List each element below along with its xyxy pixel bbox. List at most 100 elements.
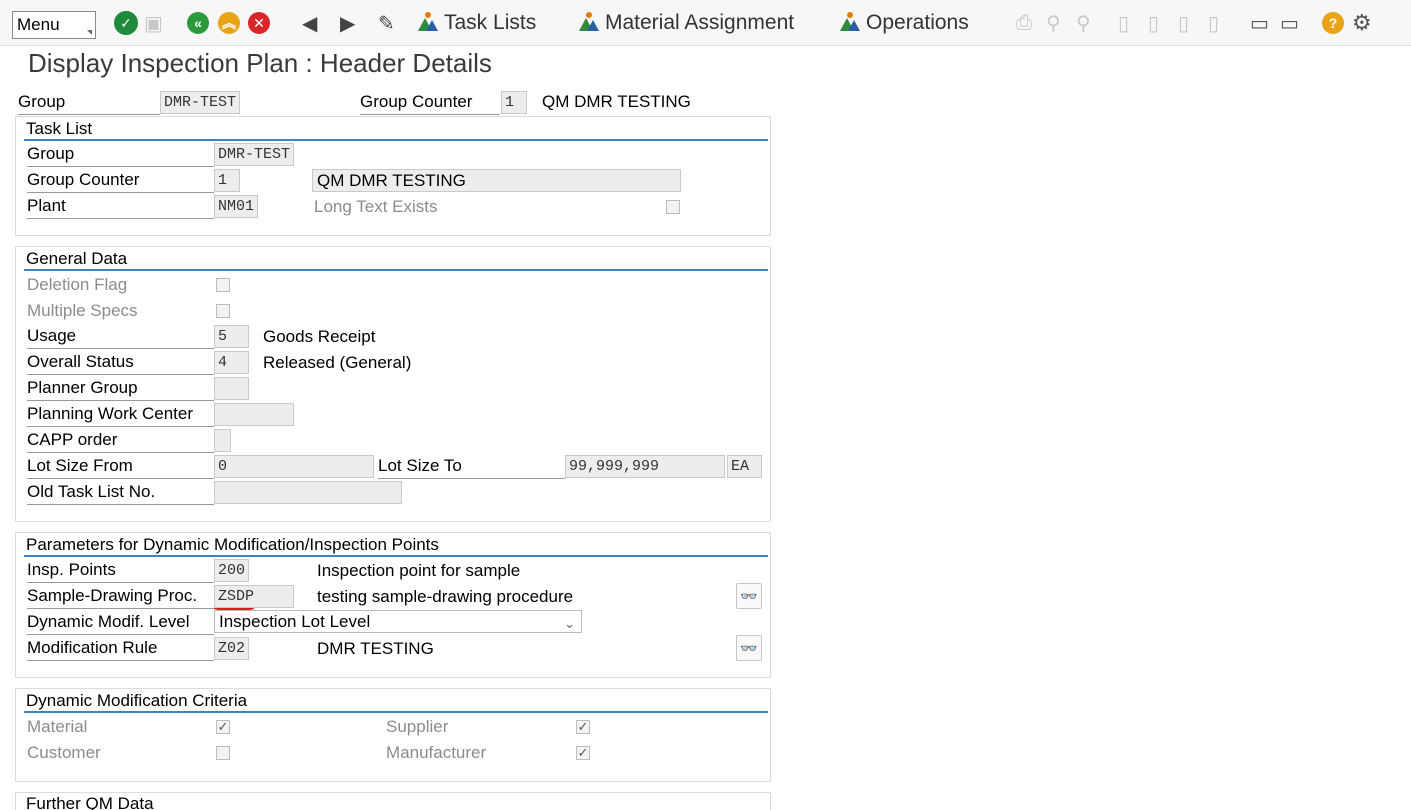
page-title: Display Inspection Plan : Header Details xyxy=(28,48,492,78)
supplier-checkbox[interactable]: ✓ xyxy=(576,720,590,734)
print-button[interactable]: ⎙ xyxy=(1016,8,1032,38)
dyn-level-dropdown[interactable]: Inspection Lot Level ⌄ xyxy=(214,610,582,633)
further-qm-panel: Further QM Data xyxy=(15,792,771,810)
task-list-description-field[interactable]: QM DMR TESTING xyxy=(312,169,681,192)
task-list-group-field[interactable]: DMR-TEST xyxy=(214,143,294,166)
task-lists-button[interactable]: Task Lists xyxy=(418,8,536,38)
chevron-down-icon: ⌄ xyxy=(564,616,575,631)
customer-checkbox[interactable] xyxy=(216,746,230,760)
unit-field[interactable]: EA xyxy=(727,455,762,478)
print-icon: ⎙ xyxy=(1016,11,1032,34)
confirm-button[interactable]: ✓ xyxy=(114,8,138,38)
glasses-icon: 👓 xyxy=(740,640,758,656)
header-description: QM DMR TESTING xyxy=(542,92,691,111)
planner-group-field[interactable] xyxy=(214,377,249,400)
usage-text: Goods Receipt xyxy=(263,327,376,346)
multiple-specs-label: Multiple Specs xyxy=(27,301,138,320)
insp-points-text: Inspection point for sample xyxy=(317,561,521,580)
capp-order-label: CAPP order xyxy=(27,429,214,453)
operations-button[interactable]: Operations xyxy=(840,8,969,38)
plant-field[interactable]: NM01 xyxy=(214,195,258,218)
planner-group-label: Planner Group xyxy=(27,377,214,401)
insp-points-label: Insp. Points xyxy=(27,559,214,583)
sample-drawing-label: Sample-Drawing Proc. xyxy=(27,585,214,609)
sample-drawing-field[interactable]: ZSDP xyxy=(214,585,294,608)
deletion-flag-checkbox[interactable] xyxy=(216,278,230,292)
help-icon: ? xyxy=(1322,12,1344,34)
task-list-group-counter-label: Group Counter xyxy=(27,169,214,193)
previous-button[interactable]: ◀ xyxy=(302,8,317,38)
task-list-title: Task List xyxy=(24,117,768,141)
old-task-list-label: Old Task List No. xyxy=(27,481,214,505)
shortcut-button[interactable]: ▭ xyxy=(1280,8,1299,38)
sample-drawing-text: testing sample-drawing procedure xyxy=(317,587,574,606)
usage-field[interactable]: 5 xyxy=(214,325,249,348)
edit-document-icon: ✎ xyxy=(378,12,395,35)
exit-button[interactable]: ︽ xyxy=(218,8,240,38)
multiple-specs-checkbox[interactable] xyxy=(216,304,230,318)
dropdown-caret-icon xyxy=(87,30,92,35)
task-list-group-counter-field[interactable]: 1 xyxy=(214,169,240,192)
mod-rule-field[interactable]: Z02 xyxy=(214,637,249,660)
window-star-icon: ▭ xyxy=(1250,12,1269,35)
material-assignment-label: Material Assignment xyxy=(605,11,795,34)
find-icon: ⚲ xyxy=(1046,12,1061,35)
last-page-button[interactable]: ▯ xyxy=(1208,8,1219,38)
mountain-icon xyxy=(579,12,599,31)
find-button[interactable]: ⚲ xyxy=(1046,8,1061,38)
toolbar: Menu ✓ ▣ « ︽ ✕ ◀ ▶ ✎ Task Lists Material… xyxy=(0,0,1411,46)
capp-order-field[interactable] xyxy=(214,429,231,452)
material-assignment-button[interactable]: Material Assignment xyxy=(579,8,794,38)
manufacturer-checkbox[interactable]: ✓ xyxy=(576,746,590,760)
overall-status-text: Released (General) xyxy=(263,353,412,372)
old-task-list-field[interactable] xyxy=(214,481,402,504)
create-session-button[interactable]: ▭ xyxy=(1250,8,1269,38)
task-list-group-label: Group xyxy=(27,143,214,167)
next-page-icon: ▯ xyxy=(1178,12,1190,35)
menu-button[interactable]: Menu xyxy=(12,11,96,39)
dyn-level-value: Inspection Lot Level xyxy=(219,612,371,631)
mod-rule-display-button[interactable]: 👓 xyxy=(736,635,762,661)
long-text-exists-checkbox[interactable] xyxy=(666,200,680,214)
header-group-counter-field[interactable]: 1 xyxy=(501,91,527,114)
back-icon: « xyxy=(187,12,209,34)
glasses-icon: 👓 xyxy=(740,588,758,604)
change-button[interactable]: ✎ xyxy=(378,8,395,38)
sample-drawing-display-button[interactable]: 👓 xyxy=(736,583,762,609)
cancel-button[interactable]: ✕ xyxy=(248,8,270,38)
window-arrow-icon: ▭ xyxy=(1280,12,1299,35)
dyn-level-label: Dynamic Modif. Level xyxy=(27,611,214,635)
lot-size-from-label: Lot Size From xyxy=(27,455,214,479)
next-page-button[interactable]: ▯ xyxy=(1178,8,1189,38)
first-page-icon: ▯ xyxy=(1118,12,1130,35)
lot-size-from-field[interactable]: 0 xyxy=(214,455,374,478)
checkmark-icon: ✓ xyxy=(114,11,138,35)
overall-status-field[interactable]: 4 xyxy=(214,351,249,374)
manufacturer-label: Manufacturer xyxy=(386,743,487,762)
material-label: Material xyxy=(27,717,88,736)
next-button[interactable]: ▶ xyxy=(340,8,355,38)
material-checkbox[interactable]: ✓ xyxy=(216,720,230,734)
mod-rule-text: DMR TESTING xyxy=(317,639,434,658)
mod-rule-label: Modification Rule xyxy=(27,637,214,661)
task-lists-label: Task Lists xyxy=(444,11,537,34)
save-icon: ▣ xyxy=(144,12,163,35)
settings-button[interactable]: ⚙ xyxy=(1352,8,1372,38)
header-group-field[interactable]: DMR-TEST xyxy=(160,91,240,114)
previous-page-button[interactable]: ▯ xyxy=(1148,8,1159,38)
planning-work-center-label: Planning Work Center xyxy=(27,403,214,427)
planning-work-center-field[interactable] xyxy=(214,403,294,426)
long-text-exists-label: Long Text Exists xyxy=(314,197,438,216)
lot-size-to-field[interactable]: 99,999,999 xyxy=(565,455,725,478)
operations-label: Operations xyxy=(866,11,969,34)
insp-points-field[interactable]: 200 xyxy=(214,559,249,582)
first-page-button[interactable]: ▯ xyxy=(1118,8,1129,38)
find-next-icon: ⚲ xyxy=(1076,12,1091,35)
overall-status-label: Overall Status xyxy=(27,351,214,375)
save-button[interactable]: ▣ xyxy=(144,8,163,38)
help-button[interactable]: ? xyxy=(1322,8,1344,38)
exit-icon: ︽ xyxy=(218,12,240,34)
back-button[interactable]: « xyxy=(187,8,209,38)
next-icon: ▶ xyxy=(340,12,356,35)
find-next-button[interactable]: ⚲ xyxy=(1076,8,1091,38)
